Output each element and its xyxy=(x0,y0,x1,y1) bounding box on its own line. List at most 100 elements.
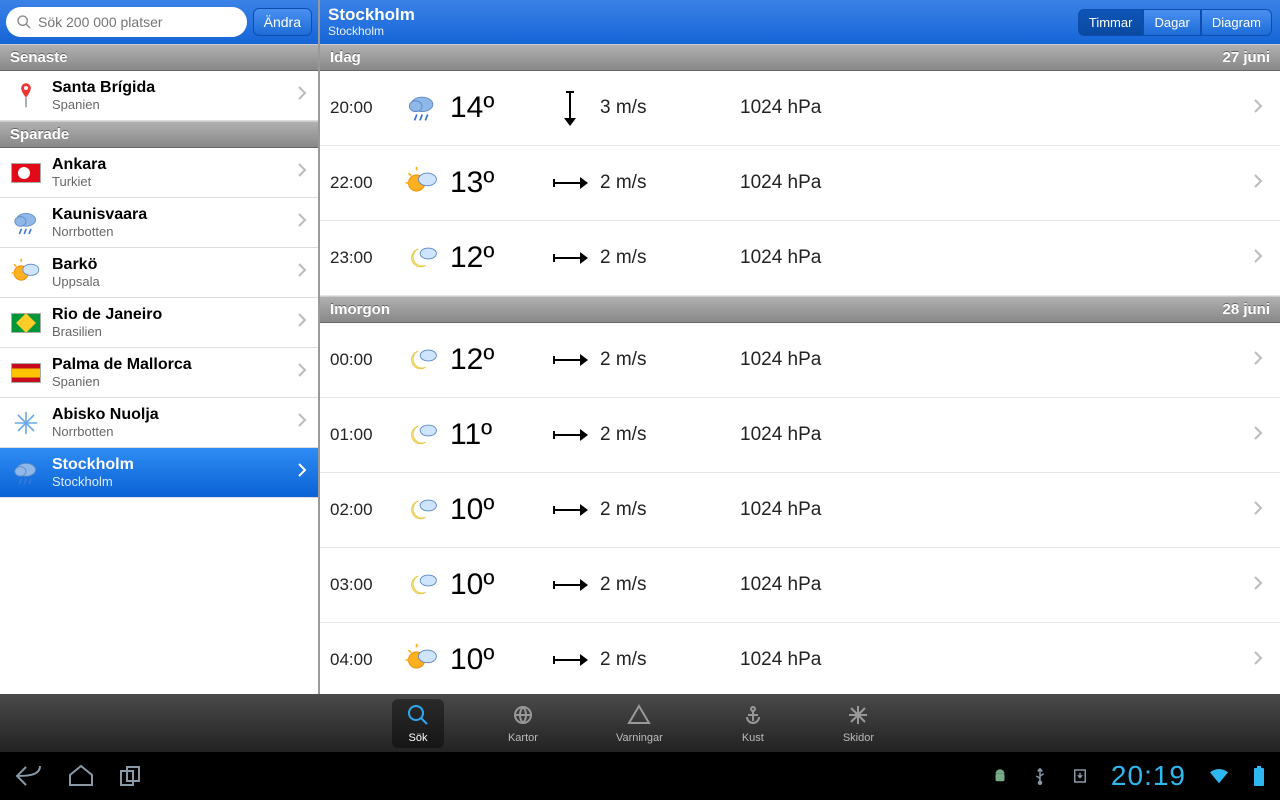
place-sub: Stockholm xyxy=(52,474,286,489)
wifi-icon xyxy=(1208,767,1230,785)
search-bar: Ändra xyxy=(0,0,318,44)
location-subtitle: Stockholm xyxy=(328,24,1078,38)
hour-time: 00:00 xyxy=(330,350,394,370)
forecast-list[interactable]: Idag27 juni 20:00 14º 3 m/s 1024 hPa 22:… xyxy=(320,44,1280,694)
place-name: Stockholm xyxy=(52,456,286,474)
wind-direction-icon xyxy=(540,348,600,372)
hour-time: 01:00 xyxy=(330,425,394,445)
tab-days[interactable]: Dagar xyxy=(1143,9,1200,36)
tab-warnings[interactable]: Varningar xyxy=(602,699,677,748)
chevron-right-icon xyxy=(1252,575,1270,596)
hour-wind: 2 m/s xyxy=(600,172,740,194)
wind-direction-icon xyxy=(540,648,600,672)
mooncloud-icon xyxy=(394,417,450,453)
tab-ski[interactable]: Skidor xyxy=(829,699,888,748)
place-row[interactable]: Ankara Turkiet xyxy=(0,148,318,198)
search-input-wrap[interactable] xyxy=(6,7,247,37)
hour-time: 22:00 xyxy=(330,173,394,193)
tab-coast[interactable]: Kust xyxy=(727,699,779,748)
place-name: Palma de Mallorca xyxy=(52,356,286,374)
pin-icon xyxy=(10,80,42,112)
day-header: Idag27 juni xyxy=(320,44,1280,71)
place-row[interactable]: Barkö Uppsala xyxy=(0,248,318,298)
hour-temp: 10º xyxy=(450,643,540,677)
place-sub: Brasilien xyxy=(52,324,286,339)
hour-row[interactable]: 20:00 14º 3 m/s 1024 hPa xyxy=(320,71,1280,146)
back-icon[interactable] xyxy=(14,763,44,789)
usb-icon xyxy=(1031,767,1049,785)
wind-direction-icon xyxy=(540,423,600,447)
tab-label: Kartor xyxy=(508,732,538,744)
hour-wind: 2 m/s xyxy=(600,247,740,269)
tab-label: Kust xyxy=(742,732,764,744)
place-row[interactable]: Palma de Mallorca Spanien xyxy=(0,348,318,398)
battery-icon xyxy=(1252,765,1266,787)
chevron-right-icon xyxy=(296,262,308,283)
place-sub: Norrbotten xyxy=(52,424,286,439)
section-saved: Sparade xyxy=(0,121,318,148)
tab-search[interactable]: Sök xyxy=(392,699,444,748)
place-sub: Spanien xyxy=(52,97,286,112)
chevron-right-icon xyxy=(296,85,308,106)
search-icon xyxy=(16,14,32,30)
hour-wind: 2 m/s xyxy=(600,649,740,671)
place-row[interactable]: Kaunisvaara Norrbotten xyxy=(0,198,318,248)
hour-row[interactable]: 02:00 10º 2 m/s 1024 hPa xyxy=(320,473,1280,548)
recent-apps-icon[interactable] xyxy=(118,763,148,789)
chevron-right-icon xyxy=(1252,248,1270,269)
hour-temp: 13º xyxy=(450,166,540,200)
download-icon xyxy=(1071,767,1089,785)
search-icon xyxy=(406,703,430,730)
search-input[interactable] xyxy=(38,14,237,30)
place-sub: Norrbotten xyxy=(52,224,286,239)
chevron-right-icon xyxy=(1252,350,1270,371)
wind-direction-icon xyxy=(540,498,600,522)
hour-temp: 10º xyxy=(450,568,540,602)
chevron-right-icon xyxy=(1252,650,1270,671)
hour-row[interactable]: 00:00 12º 2 m/s 1024 hPa xyxy=(320,323,1280,398)
flag-tr-icon xyxy=(10,157,42,189)
wind-direction-icon xyxy=(540,171,600,195)
suncloud-icon xyxy=(394,642,450,678)
tab-maps[interactable]: Kartor xyxy=(494,699,552,748)
maps-icon xyxy=(511,703,535,730)
tab-label: Skidor xyxy=(843,732,874,744)
hour-row[interactable]: 01:00 11º 2 m/s 1024 hPa xyxy=(320,398,1280,473)
chevron-right-icon xyxy=(296,162,308,183)
tab-label: Sök xyxy=(408,732,427,744)
home-icon[interactable] xyxy=(66,763,96,789)
chevron-right-icon xyxy=(296,362,308,383)
place-row[interactable]: Rio de Janeiro Brasilien xyxy=(0,298,318,348)
place-row[interactable]: Santa Brígida Spanien xyxy=(0,71,318,121)
chevron-right-icon xyxy=(296,462,308,483)
mooncloud-icon xyxy=(394,567,450,603)
place-row[interactable]: Abisko Nuolja Norrbotten xyxy=(0,398,318,448)
wind-direction-icon xyxy=(540,246,600,270)
chevron-right-icon xyxy=(1252,500,1270,521)
wind-direction-icon xyxy=(540,96,600,120)
hour-pressure: 1024 hPa xyxy=(740,424,960,446)
edit-button[interactable]: Ändra xyxy=(253,8,312,36)
hour-pressure: 1024 hPa xyxy=(740,499,960,521)
hour-row[interactable]: 04:00 10º 2 m/s 1024 hPa xyxy=(320,623,1280,694)
mooncloud-icon xyxy=(394,342,450,378)
hour-time: 23:00 xyxy=(330,248,394,268)
rain-icon xyxy=(10,207,42,239)
hour-row[interactable]: 23:00 12º 2 m/s 1024 hPa xyxy=(320,221,1280,296)
ski-icon xyxy=(846,703,870,730)
place-name: Santa Brígida xyxy=(52,79,286,97)
place-row[interactable]: Stockholm Stockholm xyxy=(0,448,318,498)
tab-diagram[interactable]: Diagram xyxy=(1201,9,1272,36)
rain-icon xyxy=(10,457,42,489)
tab-hours[interactable]: Timmar xyxy=(1078,9,1144,36)
sidebar: Ändra Senaste Santa Brígida Spanien Spar… xyxy=(0,0,320,694)
hour-row[interactable]: 03:00 10º 2 m/s 1024 hPa xyxy=(320,548,1280,623)
chevron-right-icon xyxy=(296,212,308,233)
chevron-right-icon xyxy=(1252,173,1270,194)
hour-row[interactable]: 22:00 13º 2 m/s 1024 hPa xyxy=(320,146,1280,221)
wind-direction-icon xyxy=(540,573,600,597)
hour-pressure: 1024 hPa xyxy=(740,574,960,596)
hour-wind: 2 m/s xyxy=(600,424,740,446)
tab-label: Varningar xyxy=(616,732,663,744)
place-name: Rio de Janeiro xyxy=(52,306,286,324)
